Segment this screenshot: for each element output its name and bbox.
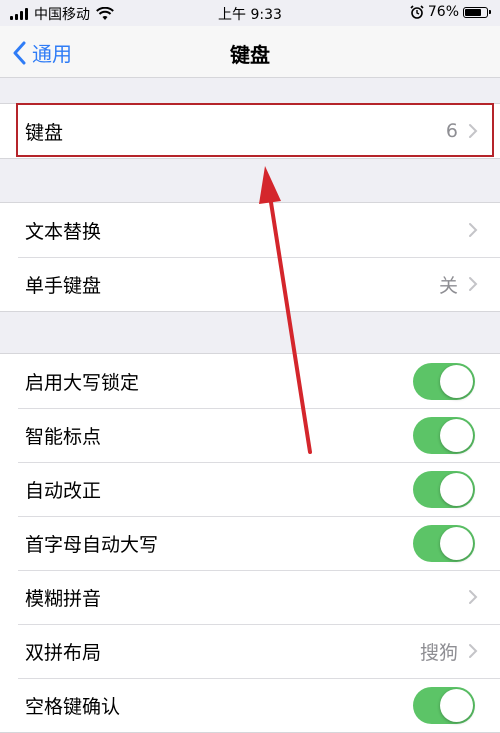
one-handed-value: 关: [438, 274, 458, 297]
one-handed-label: 单手键盘: [25, 274, 102, 297]
caps-lock-label: 启用大写锁定: [25, 371, 140, 394]
space-confirm-label: 空格键确认: [25, 695, 121, 718]
smart-punctuation-toggle[interactable]: [413, 417, 475, 454]
fuzzy-pinyin-cell[interactable]: 模糊拼音: [0, 570, 500, 624]
options-group: 启用大写锁定 智能标点 自动改正 首字母自动大写 模糊拼音 双拼布局 搜狗 空格…: [0, 353, 500, 733]
text-replacement-label: 文本替换: [25, 220, 102, 243]
caps-lock-toggle[interactable]: [413, 363, 475, 400]
status-right: 76%: [410, 4, 491, 20]
space-confirm-cell: 空格键确认: [0, 678, 500, 732]
one-handed-cell[interactable]: 单手键盘 关: [0, 257, 500, 311]
chevron-right-icon: [469, 590, 478, 604]
text-replacement-cell[interactable]: 文本替换: [0, 203, 500, 257]
auto-capitalization-cell: 首字母自动大写: [0, 516, 500, 570]
shuangpin-layout-label: 双拼布局: [25, 641, 102, 664]
auto-correction-toggle[interactable]: [413, 471, 475, 508]
page-title: 键盘: [230, 43, 270, 67]
auto-correction-label: 自动改正: [25, 479, 102, 502]
auto-correction-cell: 自动改正: [0, 462, 500, 516]
space-confirm-toggle[interactable]: [413, 687, 475, 724]
smart-punctuation-cell: 智能标点: [0, 408, 500, 462]
smart-punctuation-label: 智能标点: [25, 425, 102, 448]
auto-capitalization-toggle[interactable]: [413, 525, 475, 562]
shuangpin-layout-cell[interactable]: 双拼布局 搜狗: [0, 624, 500, 678]
auto-capitalization-label: 首字母自动大写: [25, 533, 159, 556]
caps-lock-cell: 启用大写锁定: [0, 354, 500, 408]
chevron-right-icon: [469, 644, 478, 658]
battery-percent: 76%: [427, 4, 459, 20]
highlight-box: [16, 103, 494, 157]
battery-icon: [463, 6, 491, 18]
chevron-right-icon: [469, 277, 478, 291]
alarm-icon: [410, 5, 424, 19]
text-group: 文本替换 单手键盘 关: [0, 202, 500, 312]
fuzzy-pinyin-label: 模糊拼音: [25, 587, 102, 610]
status-bar: 中国移动 上午 9:33 76%: [0, 0, 500, 26]
shuangpin-layout-value: 搜狗: [419, 641, 458, 664]
nav-bar: 通用 键盘: [0, 26, 500, 78]
chevron-right-icon: [469, 223, 478, 237]
